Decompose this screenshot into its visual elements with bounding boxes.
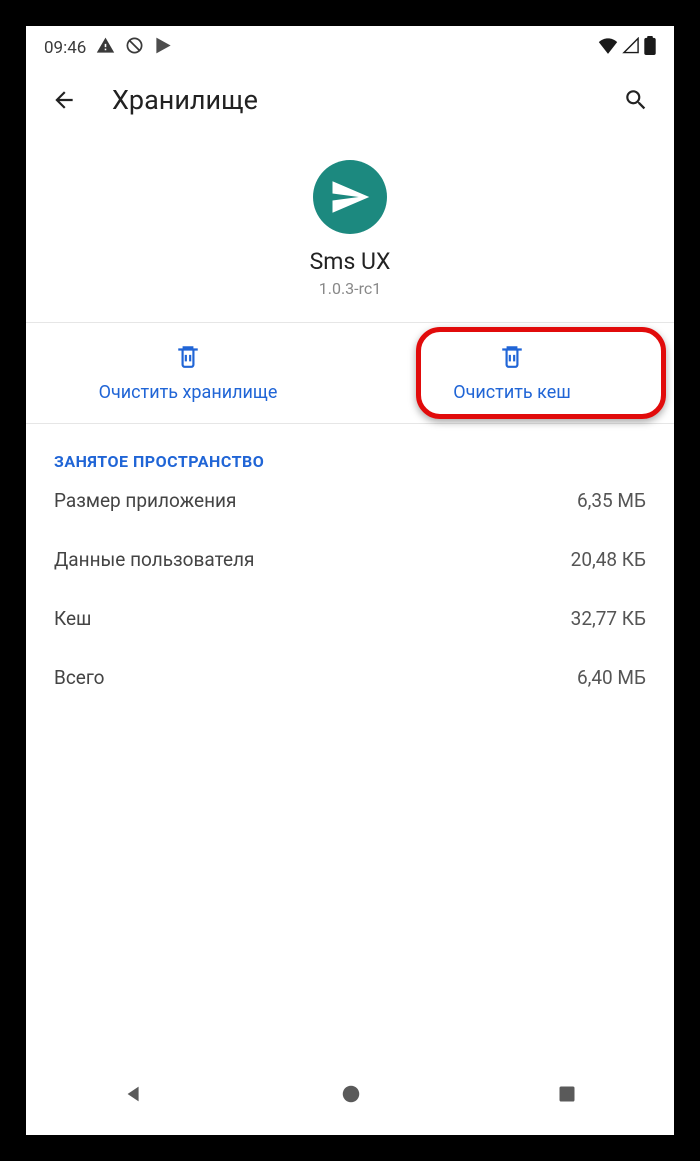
app-icon <box>313 160 387 234</box>
app-name: Sms UX <box>310 248 391 275</box>
app-version: 1.0.3-rc1 <box>319 279 381 298</box>
page-title: Хранилище <box>112 84 258 116</box>
highlight-annotation <box>416 327 666 419</box>
search-button[interactable] <box>620 84 652 116</box>
trash-icon <box>499 343 525 374</box>
row-value: 20,48 КБ <box>571 548 646 571</box>
clear-cache-label: Очистить кеш <box>453 382 571 403</box>
warning-icon <box>96 36 115 60</box>
signal-icon <box>622 37 640 59</box>
storage-section: ЗАНЯТОЕ ПРОСТРАНСТВО Размер приложения 6… <box>26 424 674 725</box>
play-verified-icon <box>154 36 173 60</box>
row-app-size: Размер приложения 6,35 МБ <box>54 489 646 512</box>
row-label: Размер приложения <box>54 489 236 512</box>
back-button[interactable] <box>48 84 80 116</box>
status-time: 09:46 <box>44 38 86 58</box>
section-header: ЗАНЯТОЕ ПРОСТРАНСТВО <box>54 452 646 471</box>
action-row: Очистить хранилище Очистить кеш <box>26 322 674 424</box>
row-value: 32,77 КБ <box>571 607 646 630</box>
status-bar: 09:46 <box>26 26 674 66</box>
row-label: Данные пользователя <box>54 548 254 571</box>
row-label: Кеш <box>54 607 91 630</box>
battery-icon <box>644 36 656 60</box>
nav-bar <box>26 1059 674 1135</box>
phone-frame: 09:46 Хранилище <box>26 26 674 1135</box>
row-cache: Кеш 32,77 КБ <box>54 607 646 630</box>
nav-back-button[interactable] <box>123 1083 145 1109</box>
row-user-data: Данные пользователя 20,48 КБ <box>54 548 646 571</box>
clear-storage-button[interactable]: Очистить хранилище <box>26 323 350 423</box>
row-total: Всего 6,40 МБ <box>54 666 646 689</box>
app-info: Sms UX 1.0.3-rc1 <box>26 134 674 322</box>
nav-recent-button[interactable] <box>557 1084 577 1108</box>
app-bar: Хранилище <box>26 66 674 134</box>
trash-icon <box>175 343 201 374</box>
row-value: 6,40 МБ <box>577 666 646 689</box>
clear-cache-button[interactable]: Очистить кеш <box>350 323 674 423</box>
nav-home-button[interactable] <box>340 1083 362 1109</box>
clear-storage-label: Очистить хранилище <box>99 382 278 403</box>
row-value: 6,35 МБ <box>577 489 646 512</box>
row-label: Всего <box>54 666 105 689</box>
no-sign-icon <box>125 36 144 60</box>
wifi-icon <box>598 37 618 59</box>
